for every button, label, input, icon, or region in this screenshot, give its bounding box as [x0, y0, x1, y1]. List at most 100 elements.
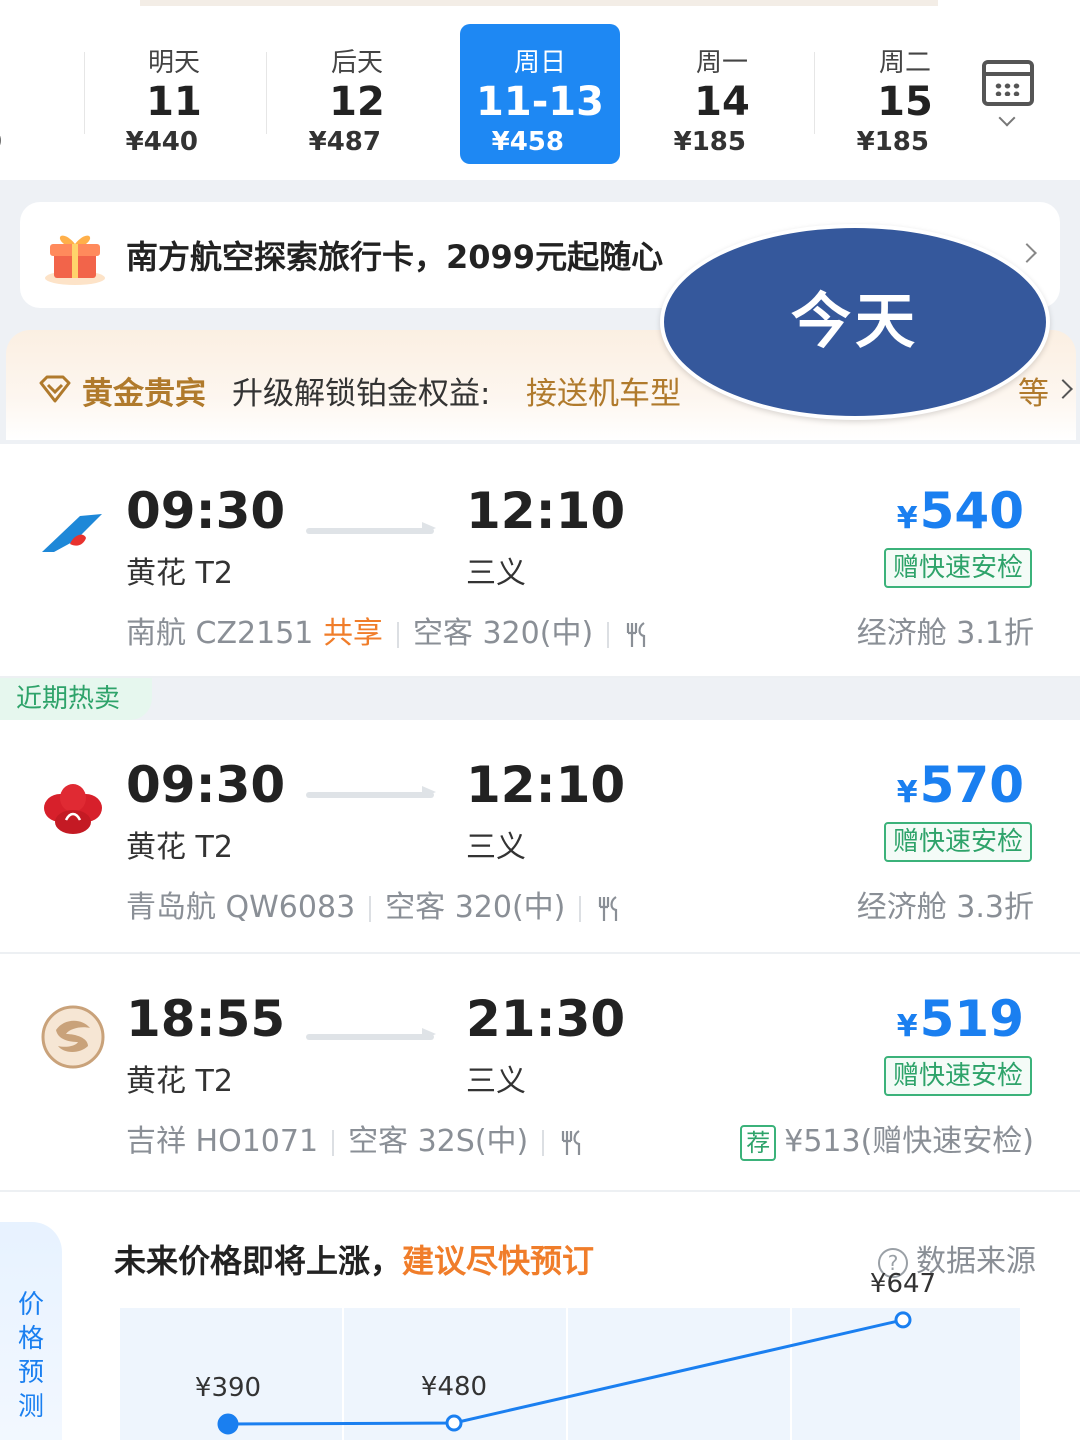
- date-item-prev[interactable]: 天 0 00: [0, 24, 58, 164]
- top-edge: [140, 0, 940, 6]
- aircraft-type: 空客 32S(中): [348, 1124, 529, 1159]
- flight-price: ¥570: [897, 756, 1024, 814]
- flight-card[interactable]: 09:30 黄花 T2 12:10 三义 ¥570 赠快速安检 青岛航 QW60…: [0, 720, 1080, 954]
- route-arrow: [306, 786, 436, 798]
- chevron-right-icon: [1053, 379, 1073, 399]
- price-prediction-panel: 价格预测 未来价格即将上涨，建议尽快预订 ? 数据来源 ¥390 ¥480 ¥647: [0, 1192, 1080, 1440]
- china-southern-logo-icon: [42, 514, 102, 552]
- arrival-time: 21:30: [466, 990, 626, 1048]
- member-benefit-link[interactable]: 接送机车型: [526, 368, 681, 413]
- flight-info: 南航 CZ2151 共享 空客 320(中): [126, 608, 651, 652]
- aircraft-type: 空客 320(中): [412, 616, 594, 651]
- date-divider: [84, 52, 85, 134]
- price-value: 540: [919, 482, 1024, 540]
- date-price: ¥487: [308, 127, 381, 157]
- departure-time: 09:30: [126, 482, 286, 540]
- arrival-time: 12:10: [466, 482, 626, 540]
- calendar-icon: [982, 60, 1034, 106]
- recommend-badge: 荐: [740, 1124, 777, 1161]
- date-item-selected[interactable]: 周日 11-13 ¥458: [460, 24, 620, 164]
- member-upgrade-text: 升级解锁铂金权益:: [232, 376, 491, 412]
- meal-icon: [627, 621, 646, 647]
- departure-time: 18:55: [126, 990, 286, 1048]
- arrival-airport: 三义: [466, 1064, 526, 1099]
- prediction-point-label: ¥480: [421, 1372, 487, 1402]
- date-price: ¥458: [491, 127, 564, 157]
- arrival-airport: 三义: [466, 556, 526, 591]
- currency-symbol: ¥: [896, 501, 918, 536]
- chevron-right-icon: [1017, 243, 1037, 263]
- departure-airport: 黄花 T2: [126, 1064, 233, 1099]
- promo-text: 南方航空探索旅行卡，2099元起随心: [126, 238, 664, 276]
- airline-flight-number: 吉祥 HO1071: [126, 1124, 319, 1159]
- cabin-discount: 经济舱 3.1折: [856, 616, 1034, 651]
- date-item-12[interactable]: 后天 12 ¥487: [277, 24, 437, 164]
- recommended-price-text: ¥513(赠快速安检): [784, 1124, 1034, 1159]
- arrival-time: 12:10: [466, 756, 626, 814]
- date-day: 0: [0, 79, 58, 125]
- departure-airport: 黄花 T2: [126, 830, 233, 865]
- flight-info: 吉祥 HO1071 空客 32S(中): [126, 1116, 586, 1160]
- date-day: 12: [329, 79, 385, 125]
- diamond-icon: [39, 375, 71, 403]
- flight-price: ¥519: [897, 990, 1024, 1048]
- date-label: 明天: [147, 48, 200, 78]
- date-strip: 天 0 00 明天 11 ¥440 后天 12 ¥487 周日 11-13 ¥4…: [0, 0, 1080, 180]
- route-arrow: [306, 1028, 436, 1040]
- calendar-button[interactable]: [938, 0, 1080, 180]
- meal-icon: [599, 895, 618, 921]
- airline-flight-number: 青岛航 QW6083: [126, 890, 356, 925]
- gift-tag: 赠快速安检: [884, 548, 1032, 588]
- date-price: ¥185: [673, 127, 746, 157]
- prediction-point-label: ¥647: [870, 1269, 936, 1299]
- juneyao-logo-icon: [41, 1005, 105, 1069]
- prediction-point: [217, 1413, 239, 1435]
- date-day: 14: [694, 79, 750, 125]
- date-item-14[interactable]: 周一 14 ¥185: [642, 24, 802, 164]
- prediction-line: [227, 1318, 904, 1426]
- cabin-discount: 经济舱 3.3折: [856, 890, 1034, 925]
- date-label: 周一: [695, 48, 748, 78]
- price-value: 570: [919, 756, 1024, 814]
- route-arrow: [306, 522, 436, 534]
- arrival-airport: 三义: [466, 830, 526, 865]
- date-label: 天: [0, 42, 58, 79]
- member-level: 黄金贵宾: [82, 376, 206, 412]
- member-tail-text: 等: [1018, 376, 1049, 412]
- currency-symbol: ¥: [896, 775, 918, 810]
- date-day: 11: [146, 79, 202, 125]
- flight-price: ¥540: [897, 482, 1024, 540]
- departure-airport: 黄花 T2: [126, 556, 233, 591]
- departure-time: 09:30: [126, 756, 286, 814]
- aircraft-type: 空客 320(中): [385, 890, 566, 925]
- gift-tag: 赠快速安检: [884, 1056, 1032, 1096]
- date-divider: [814, 52, 815, 134]
- date-day: 11-13: [476, 79, 604, 125]
- prediction-point-label: ¥390: [195, 1373, 261, 1403]
- prediction-point: [894, 1311, 912, 1329]
- price-value: 519: [919, 990, 1024, 1048]
- chevron-down-icon: [998, 109, 1016, 127]
- qingdao-airlines-logo-icon: [44, 784, 102, 834]
- prediction-chart: ¥390 ¥480 ¥647: [195, 1269, 936, 1435]
- flight-info: 青岛航 QW6083 空客 320(中): [126, 882, 623, 926]
- date-label: 后天: [330, 48, 383, 78]
- date-label: 周日: [513, 48, 566, 78]
- recommended-price[interactable]: 荐 ¥513(赠快速安检): [740, 1116, 1034, 1161]
- gift-tag: 赠快速安检: [884, 822, 1032, 862]
- date-price: ¥440: [125, 127, 198, 157]
- today-overlay: 今天: [660, 224, 1050, 420]
- currency-symbol: ¥: [896, 1009, 918, 1044]
- meal-icon: [562, 1129, 581, 1155]
- flight-card[interactable]: 09:30 黄花 T2 12:10 三义 ¥540 赠快速安检 南航 CZ215…: [0, 444, 1080, 678]
- date-price: 00: [0, 127, 2, 157]
- airline-flight-number: 南航 CZ2151: [126, 616, 314, 651]
- gift-box-icon: [45, 235, 105, 285]
- date-price: ¥185: [856, 127, 929, 157]
- codeshare-badge: 共享: [322, 616, 383, 651]
- prediction-point: [445, 1414, 463, 1432]
- date-item-11[interactable]: 明天 11 ¥440: [94, 24, 254, 164]
- date-divider: [266, 52, 267, 134]
- flight-card[interactable]: 18:55 黄花 T2 21:30 三义 ¥519 赠快速安检 吉祥 HO107…: [0, 954, 1080, 1192]
- hot-sale-tag: 近期热卖: [0, 678, 152, 720]
